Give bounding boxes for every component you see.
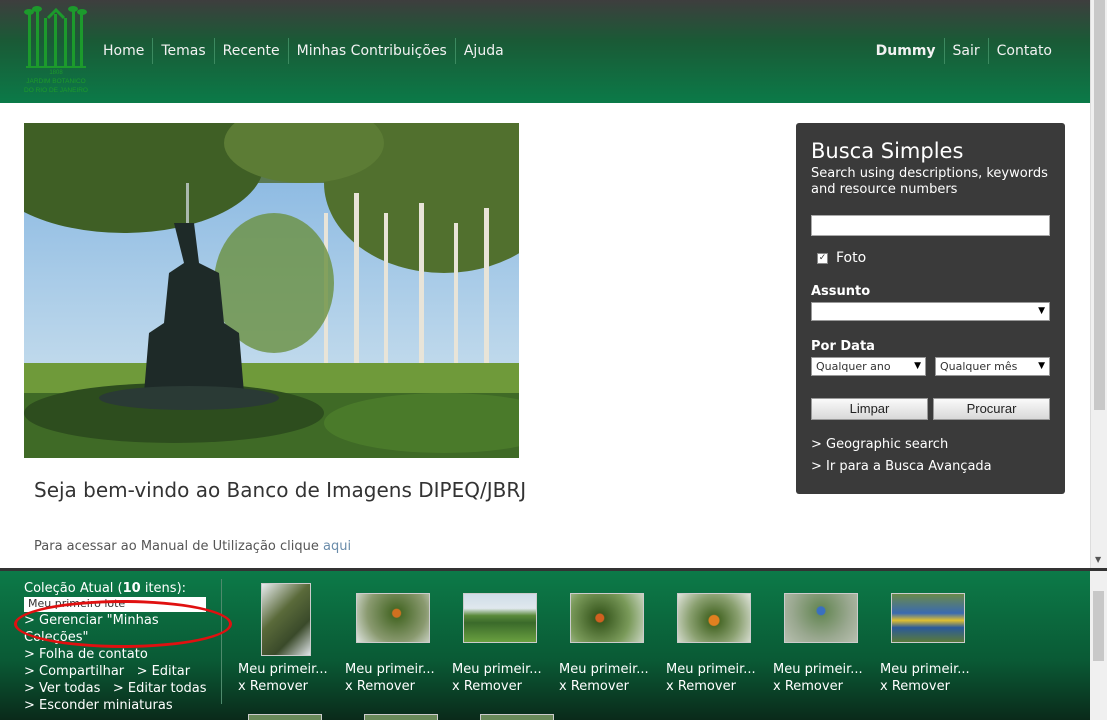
foto-filter[interactable]: ✓ Foto	[817, 250, 1050, 266]
main-nav: Home Temas Recente Minhas Contribuições …	[95, 38, 512, 64]
edit-all-link[interactable]: > Editar todas	[113, 681, 207, 696]
thumbnail-image[interactable]	[260, 583, 311, 656]
thumbnail-image[interactable]	[364, 714, 438, 720]
year-select[interactable]: Qualquer ano ▼	[811, 357, 926, 376]
remove-link[interactable]: x Remover	[880, 678, 970, 695]
foto-checkbox[interactable]: ✓	[817, 252, 828, 264]
year-value: Qualquer ano	[816, 360, 891, 373]
collection-item[interactable]: Meu primeir... x Remover	[660, 583, 767, 694]
hero-image	[24, 123, 519, 458]
contact-link[interactable]: Contato	[987, 38, 1060, 64]
remove-link[interactable]: x Remover	[773, 678, 863, 695]
chevron-down-icon: ▼	[1038, 306, 1045, 316]
logout-link[interactable]: Sair	[943, 38, 988, 64]
item-caption[interactable]: Meu primeir...	[880, 661, 970, 678]
collection-title: Coleção Atual (10 itens):	[24, 581, 187, 596]
nav-home[interactable]: Home	[95, 38, 152, 64]
foto-label: Foto	[836, 250, 867, 266]
collection-thumbnails-row2	[248, 714, 554, 720]
collection-item[interactable]: Meu primeir... x Remover	[553, 583, 660, 694]
thumbnail-image[interactable]	[676, 593, 751, 643]
remove-link[interactable]: x Remover	[452, 678, 542, 695]
search-description: Search using descriptions, keywords and …	[811, 166, 1048, 197]
scrollbar-thumb[interactable]	[1094, 0, 1105, 410]
manual-text-label: Para acessar ao Manual de Utilização cli…	[34, 539, 324, 554]
svg-text:1808: 1808	[49, 70, 63, 76]
highlight-ellipse	[14, 600, 232, 648]
thumbnail-image[interactable]	[783, 593, 858, 643]
collection-item[interactable]: Meu primeir... x Remover	[874, 583, 981, 694]
jbrj-logo[interactable]: 1808 JARDIM BOTANICO DO RIO DE JANEIRO	[24, 6, 88, 96]
thumbnail-image[interactable]	[480, 714, 554, 720]
thumbnail-image[interactable]	[248, 714, 322, 720]
month-select[interactable]: Qualquer mês ▼	[935, 357, 1050, 376]
item-caption[interactable]: Meu primeir...	[773, 661, 863, 678]
simple-search-panel: Busca Simples Search using descriptions,…	[796, 123, 1065, 494]
edit-link[interactable]: > Editar	[137, 664, 191, 679]
item-caption[interactable]: Meu primeir...	[238, 661, 328, 678]
search-title: Busca Simples	[811, 139, 964, 163]
scroll-down-icon[interactable]: ▼	[1095, 555, 1101, 564]
welcome-heading: Seja bem-vindo ao Banco de Imagens DIPEQ…	[34, 478, 527, 502]
chevron-down-icon: ▼	[914, 361, 921, 371]
hide-thumbnails-link[interactable]: > Esconder miniaturas	[24, 697, 220, 714]
remove-link[interactable]: x Remover	[666, 678, 756, 695]
thumbnail-image[interactable]	[569, 593, 644, 643]
thumbnail-image[interactable]	[890, 593, 965, 643]
collection-item[interactable]: Meu primeir... x Remover	[339, 583, 446, 694]
collection-scrollbar[interactable]	[1090, 571, 1107, 720]
remove-link[interactable]: x Remover	[345, 678, 435, 695]
item-caption[interactable]: Meu primeir...	[345, 661, 435, 678]
subject-select[interactable]: ▼	[811, 302, 1050, 321]
thumbnail-image[interactable]	[355, 593, 430, 643]
thumbnail-image[interactable]	[462, 593, 537, 643]
user-nav: Dummy Sair Contato	[868, 38, 1060, 64]
collection-divider	[221, 579, 222, 704]
svg-text:DO RIO DE JANEIRO: DO RIO DE JANEIRO	[24, 87, 88, 94]
collection-thumbnails: Meu primeir... x Remover Meu primeir... x …	[232, 583, 981, 694]
search-input[interactable]	[811, 215, 1050, 236]
contact-sheet-link[interactable]: > Folha de contato	[24, 646, 220, 663]
remove-link[interactable]: x Remover	[559, 678, 649, 695]
nav-ajuda[interactable]: Ajuda	[454, 38, 512, 64]
date-label: Por Data	[811, 339, 875, 354]
header-bar: 1808 JARDIM BOTANICO DO RIO DE JANEIRO H…	[0, 0, 1090, 103]
item-caption[interactable]: Meu primeir...	[559, 661, 649, 678]
collection-item[interactable]: Meu primeir... x Remover	[767, 583, 874, 694]
view-all-link[interactable]: > Ver todas	[24, 681, 100, 696]
item-caption[interactable]: Meu primeir...	[452, 661, 542, 678]
user-link[interactable]: Dummy	[868, 38, 944, 64]
share-link[interactable]: > Compartilhar	[24, 664, 124, 679]
nav-recente[interactable]: Recente	[213, 38, 288, 64]
svg-text:JARDIM BOTANICO: JARDIM BOTANICO	[26, 78, 85, 85]
collection-item[interactable]: Meu primeir... x Remover	[232, 583, 339, 694]
scrollbar-thumb[interactable]	[1093, 591, 1104, 661]
manual-link[interactable]: aqui	[323, 539, 351, 554]
nav-temas[interactable]: Temas	[152, 38, 213, 64]
collection-item[interactable]: Meu primeir... x Remover	[446, 583, 553, 694]
clear-button[interactable]: Limpar	[811, 398, 928, 420]
search-button[interactable]: Procurar	[933, 398, 1050, 420]
geographic-search-link[interactable]: > Geographic search	[811, 434, 1050, 456]
manual-text: Para acessar ao Manual de Utilização cli…	[34, 539, 351, 554]
chevron-down-icon: ▼	[1038, 361, 1045, 371]
page-scrollbar[interactable]: ▼	[1090, 0, 1107, 568]
item-caption[interactable]: Meu primeir...	[666, 661, 756, 678]
remove-link[interactable]: x Remover	[238, 678, 328, 695]
subject-label: Assunto	[811, 284, 871, 299]
advanced-search-link[interactable]: > Ir para a Busca Avançada	[811, 456, 1050, 478]
nav-minhas-contribuicoes[interactable]: Minhas Contribuições	[287, 38, 455, 64]
month-value: Qualquer mês	[940, 360, 1018, 373]
